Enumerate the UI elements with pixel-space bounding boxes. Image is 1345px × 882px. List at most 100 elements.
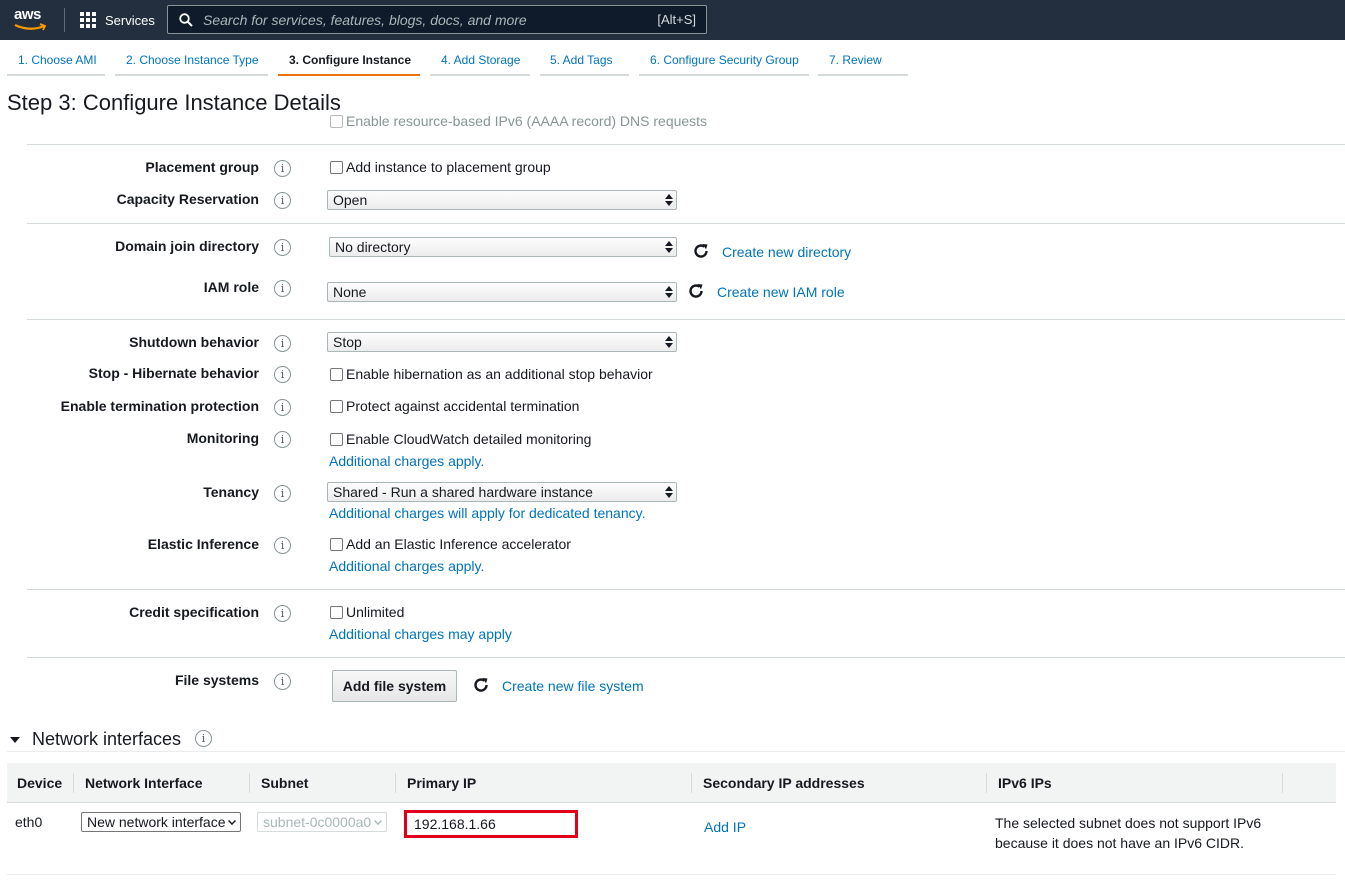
primary-ip-input[interactable]: 192.168.1.66 xyxy=(404,810,578,838)
column-network-interface: Network Interface xyxy=(85,775,203,791)
info-icon[interactable]: i xyxy=(274,537,291,554)
select-arrows-icon xyxy=(665,285,673,299)
info-icon[interactable]: i xyxy=(274,192,291,209)
refresh-icon[interactable] xyxy=(472,676,490,694)
create-directory-link[interactable]: Create new directory xyxy=(722,244,851,260)
hibernate-label: Stop - Hibernate behavior xyxy=(88,365,259,381)
table-divider xyxy=(7,874,1336,875)
termination-protection-checkbox[interactable] xyxy=(330,399,343,413)
chevron-down-icon xyxy=(228,817,236,825)
credit-specification-label: Credit specification xyxy=(129,604,259,620)
tab-choose-instance-type[interactable]: 2. Choose Instance Type xyxy=(115,46,268,76)
column-subnet: Subnet xyxy=(261,775,309,791)
column-separator xyxy=(249,773,250,793)
grid-icon xyxy=(80,12,96,28)
nav-divider xyxy=(64,8,65,32)
domain-join-label: Domain join directory xyxy=(115,238,259,254)
divider xyxy=(27,319,1345,320)
hibernate-checkbox[interactable] xyxy=(330,367,343,381)
subnet-select: subnet-0c0000a0 xyxy=(257,812,387,832)
device-cell: eth0 xyxy=(15,814,43,830)
domain-join-select[interactable]: No directory xyxy=(329,237,677,257)
page-title: Step 3: Configure Instance Details xyxy=(7,90,341,115)
add-file-system-button[interactable]: Add file system xyxy=(332,670,457,702)
add-ip-link[interactable]: Add IP xyxy=(704,819,746,835)
tenancy-label: Tenancy xyxy=(203,484,259,500)
column-separator xyxy=(691,773,692,793)
capacity-reservation-label: Capacity Reservation xyxy=(116,191,259,207)
credit-charges-link[interactable]: Additional charges may apply xyxy=(329,626,512,642)
info-icon[interactable]: i xyxy=(274,280,291,297)
placement-group-text: Add instance to placement group xyxy=(346,159,551,175)
network-interfaces-heading: Network interfaces xyxy=(32,729,182,749)
termination-protection-label: Enable termination protection xyxy=(60,398,259,414)
monitoring-checkbox[interactable] xyxy=(330,432,343,446)
info-icon[interactable]: i xyxy=(274,673,291,690)
ipv6-note-line2: because it does not have an IPv6 CIDR. xyxy=(995,835,1245,851)
refresh-icon[interactable] xyxy=(692,242,710,260)
tab-choose-ami[interactable]: 1. Choose AMI xyxy=(7,46,105,76)
elastic-inference-charges-link[interactable]: Additional charges apply. xyxy=(329,558,484,574)
monitoring-charges-link[interactable]: Additional charges apply. xyxy=(329,453,484,469)
info-icon[interactable]: i xyxy=(274,335,291,352)
tab-configure-security-group[interactable]: 6. Configure Security Group xyxy=(639,46,809,76)
subnet-value: subnet-0c0000a0 xyxy=(263,814,372,830)
tab-configure-instance[interactable]: 3. Configure Instance xyxy=(278,46,420,76)
info-icon[interactable]: i xyxy=(274,605,291,622)
info-icon[interactable]: i xyxy=(274,239,291,256)
network-interface-select[interactable]: New network interface xyxy=(81,812,241,832)
info-icon[interactable]: i xyxy=(274,160,291,177)
monitoring-option[interactable]: Enable CloudWatch detailed monitoring xyxy=(330,431,591,447)
placement-group-checkbox[interactable] xyxy=(330,160,343,174)
select-arrows-icon xyxy=(665,240,673,254)
network-table-header: Device Network Interface Subnet Primary … xyxy=(7,763,1336,803)
tenancy-select[interactable]: Shared - Run a shared hardware instance xyxy=(327,482,677,502)
info-icon[interactable]: i xyxy=(195,730,212,747)
placement-group-option[interactable]: Add instance to placement group xyxy=(330,159,551,175)
tab-review[interactable]: 7. Review xyxy=(818,46,908,76)
termination-protection-option[interactable]: Protect against accidental termination xyxy=(330,398,579,414)
services-label: Services xyxy=(105,12,155,28)
monitoring-label: Monitoring xyxy=(186,430,259,446)
create-file-system-link[interactable]: Create new file system xyxy=(502,678,644,694)
capacity-reservation-select[interactable]: Open xyxy=(327,190,677,210)
info-icon[interactable]: i xyxy=(274,431,291,448)
column-device: Device xyxy=(17,775,63,791)
credit-unlimited-option[interactable]: Unlimited xyxy=(330,604,404,620)
network-interfaces-toggle[interactable]: Network interfaces xyxy=(10,729,181,750)
create-iam-role-link[interactable]: Create new IAM role xyxy=(717,284,845,300)
tab-add-tags[interactable]: 5. Add Tags xyxy=(540,46,629,76)
iam-role-value: None xyxy=(333,284,367,300)
select-arrows-icon xyxy=(665,193,673,207)
elastic-inference-option[interactable]: Add an Elastic Inference accelerator xyxy=(330,536,571,552)
monitoring-text: Enable CloudWatch detailed monitoring xyxy=(346,431,592,447)
search-input[interactable]: Search for services, features, blogs, do… xyxy=(167,5,707,34)
divider xyxy=(27,657,1345,658)
divider xyxy=(27,589,1345,590)
iam-role-label: IAM role xyxy=(203,279,259,295)
ipv6-note-line1: The selected subnet does not support IPv… xyxy=(995,815,1262,831)
select-arrows-icon xyxy=(665,485,673,499)
ipv6-dns-checkbox[interactable] xyxy=(330,114,343,128)
shutdown-behavior-select[interactable]: Stop xyxy=(327,332,677,352)
refresh-icon[interactable] xyxy=(687,282,705,300)
iam-role-select[interactable]: None xyxy=(327,282,677,302)
info-icon[interactable]: i xyxy=(274,485,291,502)
tenancy-value: Shared - Run a shared hardware instance xyxy=(333,484,593,500)
tab-add-storage[interactable]: 4. Add Storage xyxy=(430,46,530,76)
credit-unlimited-checkbox[interactable] xyxy=(330,605,343,619)
column-secondary-ip: Secondary IP addresses xyxy=(703,775,865,791)
hibernate-option[interactable]: Enable hibernation as an additional stop… xyxy=(330,366,653,382)
info-icon[interactable]: i xyxy=(274,399,291,416)
info-icon[interactable]: i xyxy=(274,366,291,383)
caret-down-icon xyxy=(10,736,20,743)
aws-logo[interactable]: aws xyxy=(14,6,50,34)
capacity-reservation-value: Open xyxy=(333,192,368,208)
divider xyxy=(27,223,1345,224)
select-arrows-icon xyxy=(665,335,673,349)
elastic-inference-text: Add an Elastic Inference accelerator xyxy=(346,536,571,552)
tenancy-charges-link[interactable]: Additional charges will apply for dedica… xyxy=(329,505,645,521)
section-divider xyxy=(7,751,1345,752)
elastic-inference-checkbox[interactable] xyxy=(330,537,343,551)
services-menu-button[interactable]: Services xyxy=(80,10,155,30)
